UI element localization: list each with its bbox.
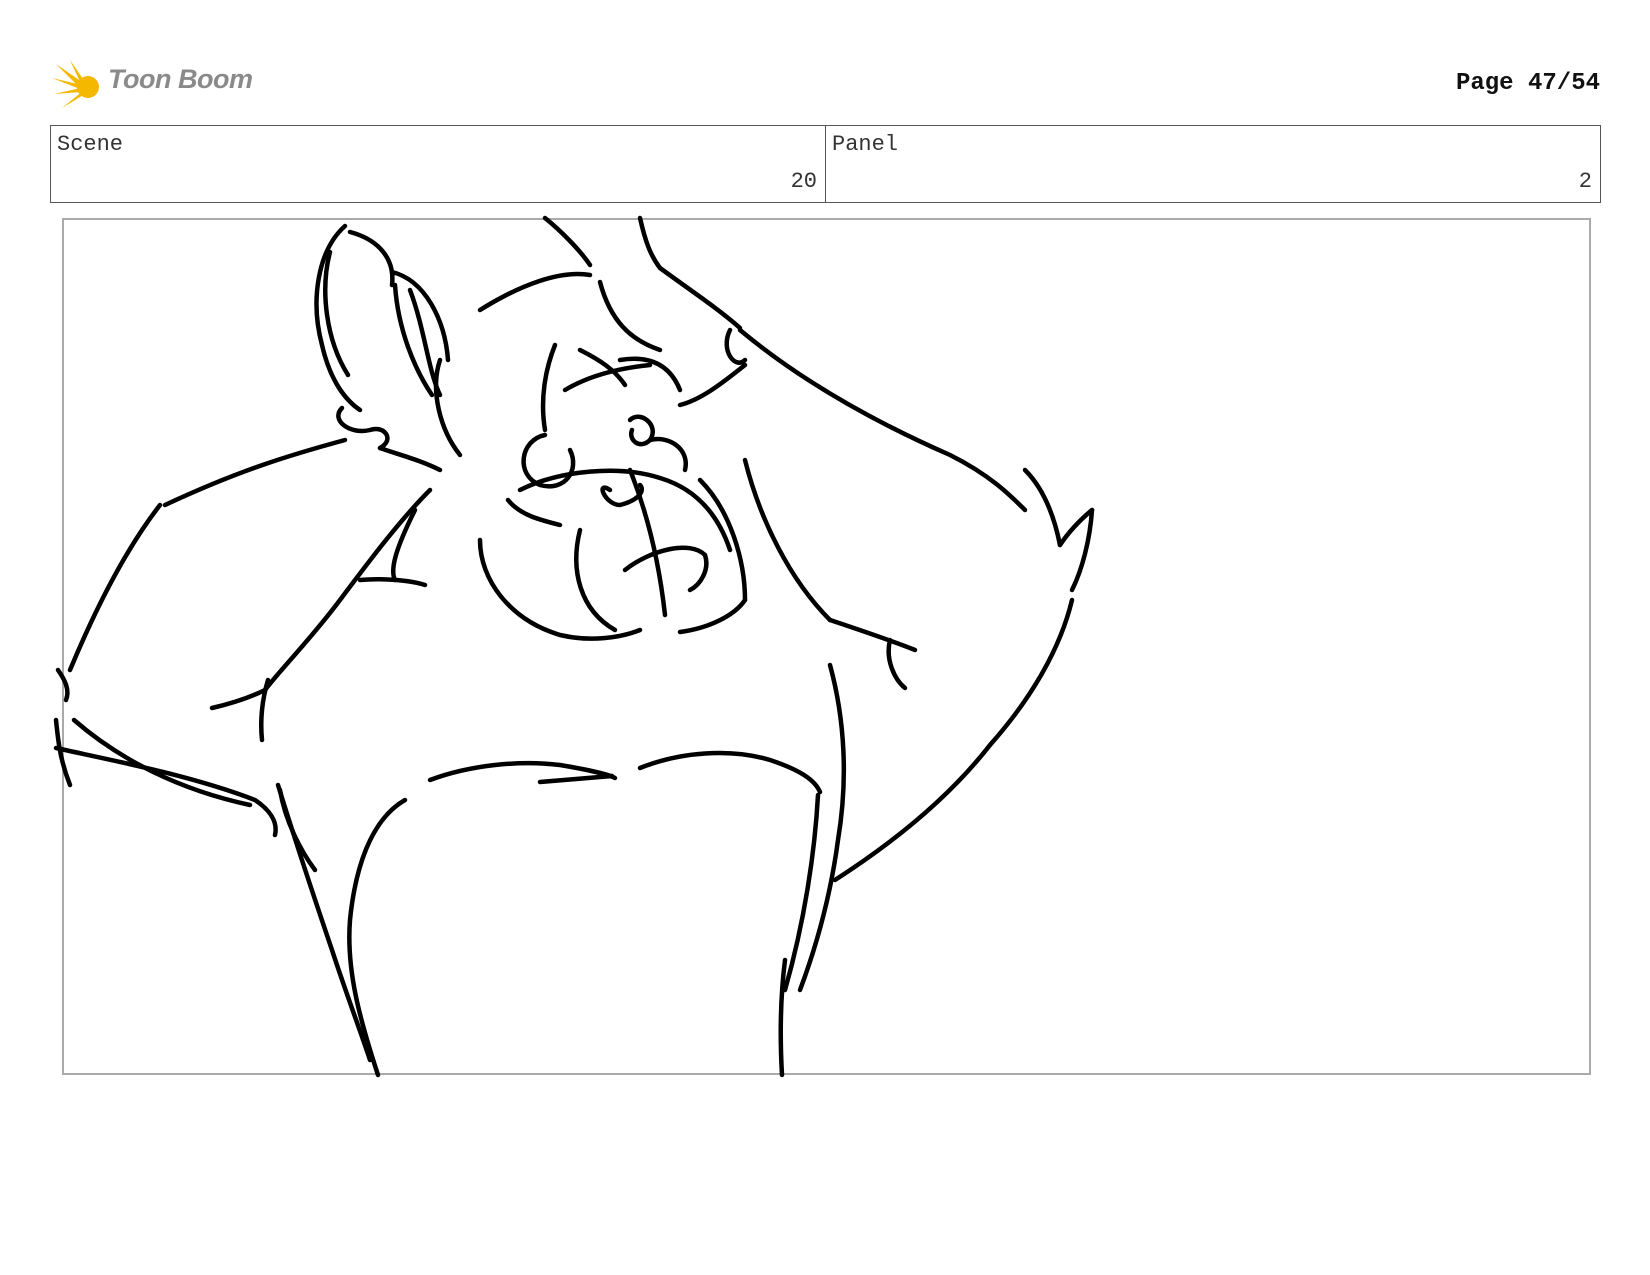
logo-text: Toon Boom (108, 64, 253, 94)
scene-label: Scene (57, 132, 124, 157)
scene-value: 20 (790, 169, 817, 194)
page-number: Page 47/54 (1455, 70, 1600, 97)
starburst-icon (52, 60, 99, 108)
panel-label: Panel (832, 132, 899, 157)
toon-boom-logo: Toon Boom (52, 58, 253, 112)
panel-cell: Panel 2 (825, 126, 1600, 202)
storyboard-panel-frame (62, 218, 1591, 1075)
scene-panel-table: Scene 20 Panel 2 (50, 125, 1601, 203)
scene-cell: Scene 20 (51, 126, 825, 202)
panel-value: 2 (1578, 169, 1592, 194)
